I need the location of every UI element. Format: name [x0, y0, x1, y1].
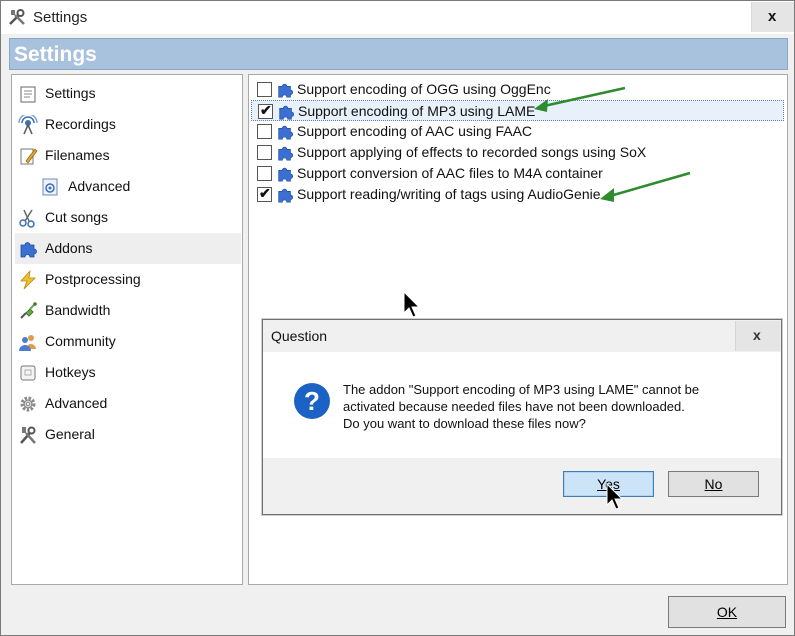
- addon-checkbox[interactable]: [257, 124, 272, 139]
- sidebar-item-label: Filenames: [45, 147, 110, 163]
- addon-label: Support encoding of MP3 using LAME: [298, 103, 536, 119]
- sidebar-item-general[interactable]: General: [15, 419, 241, 450]
- gear-icon: [20, 396, 36, 412]
- sidebar-item-cut-songs[interactable]: Cut songs: [15, 202, 241, 233]
- dialog-title-bar: Question x: [263, 320, 781, 352]
- sidebar-item-label: Bandwidth: [45, 302, 111, 318]
- recordings-icon: [18, 115, 38, 135]
- lightning-icon: [20, 270, 36, 290]
- sidebar-item-settings[interactable]: Settings: [15, 78, 241, 109]
- puzzle-icon: [279, 105, 294, 120]
- sidebar-item-advanced[interactable]: Advanced: [15, 388, 241, 419]
- scissors-icon: [19, 209, 35, 228]
- tools-icon: [20, 426, 36, 444]
- addon-checkbox[interactable]: ✔: [257, 185, 272, 202]
- dialog-title: Question: [271, 328, 328, 344]
- puzzle-icon: [278, 167, 293, 182]
- dialog-message-line: The addon "Support encoding of MP3 using…: [343, 382, 700, 397]
- annotation-arrow-mp3: [534, 86, 626, 112]
- sidebar-item-label: Recordings: [45, 116, 116, 132]
- sidebar-item-addons[interactable]: Addons: [15, 233, 241, 264]
- sidebar-item-label: Hotkeys: [45, 364, 96, 380]
- sidebar-item-recordings[interactable]: Recordings: [15, 109, 241, 140]
- sidebar-item-label: Postprocessing: [45, 271, 141, 287]
- addon-row-mp3[interactable]: ✔ Support encoding of MP3 using LAME: [251, 100, 784, 121]
- sidebar-item-bandwidth[interactable]: Bandwidth: [15, 295, 241, 326]
- dialog-message-line: activated because needed files have not …: [343, 399, 685, 414]
- hotkeys-icon: [20, 365, 36, 381]
- window-close-button[interactable]: x: [751, 2, 794, 32]
- addon-label: Support encoding of AAC using FAAC: [297, 123, 533, 139]
- puzzle-icon: [278, 83, 293, 98]
- sidebar-item-label: General: [45, 426, 95, 442]
- ok-button-label: OK: [716, 604, 738, 620]
- mouse-cursor-icon: [403, 291, 421, 318]
- puzzle-icon: [278, 146, 293, 161]
- sidebar-item-postprocessing[interactable]: Postprocessing: [15, 264, 241, 295]
- addon-label: Support reading/writing of tags using Au…: [297, 186, 601, 202]
- addon-row-m4a[interactable]: Support conversion of AAC files to M4A c…: [251, 163, 784, 184]
- addon-checkbox[interactable]: [257, 82, 272, 97]
- sidebar-item-hotkeys[interactable]: Hotkeys: [15, 357, 241, 388]
- bandwidth-icon: [20, 302, 37, 319]
- ok-button[interactable]: OK: [668, 596, 786, 628]
- page-title: Settings: [14, 43, 97, 66]
- puzzle-icon: [278, 125, 293, 140]
- community-icon: [19, 335, 36, 351]
- addon-checkbox[interactable]: [257, 166, 272, 181]
- question-dialog: Question x ? The addon "Support encoding…: [262, 319, 782, 515]
- question-icon: ?: [294, 383, 330, 419]
- addon-row-aac[interactable]: Support encoding of AAC using FAAC: [251, 121, 784, 142]
- settings-header: Settings: [9, 38, 788, 70]
- sidebar-item-label: Advanced: [68, 178, 131, 194]
- addon-checkbox[interactable]: [257, 145, 272, 160]
- sidebar-item-label: Advanced: [45, 395, 108, 411]
- dialog-message: The addon "Support encoding of MP3 using…: [343, 381, 763, 432]
- filenames-icon: [20, 148, 38, 165]
- addon-row-audiogenie[interactable]: ✔ Support reading/writing of tags using …: [251, 184, 784, 205]
- sidebar-item-community[interactable]: Community: [15, 326, 241, 357]
- sidebar-item-filenames[interactable]: Filenames: [15, 140, 241, 171]
- sidebar-item-advanced-filenames[interactable]: Advanced: [15, 171, 241, 202]
- addon-label: Support encoding of OGG using OggEnc: [297, 81, 551, 97]
- sidebar-item-label: Community: [45, 333, 116, 349]
- dialog-close-button[interactable]: x: [735, 321, 780, 351]
- no-button[interactable]: No: [668, 471, 759, 497]
- check-icon: ✔: [259, 185, 271, 201]
- title-bar: Settings x: [1, 1, 794, 34]
- window-title: Settings: [33, 9, 88, 26]
- puzzle-icon: [20, 242, 37, 258]
- check-icon: ✔: [260, 102, 272, 118]
- tools-icon: [9, 9, 25, 25]
- dialog-message-line: Do you want to download these files now?: [343, 416, 586, 431]
- settings-window: Settings x Settings Settings Recordings: [0, 0, 795, 636]
- close-icon: x: [768, 8, 777, 25]
- addon-checkbox[interactable]: ✔: [258, 102, 273, 119]
- annotation-arrow-audiogenie: [600, 171, 691, 202]
- sidebar-item-label: Addons: [45, 240, 93, 256]
- dialog-footer: Yes No: [263, 458, 781, 514]
- addon-label: Support conversion of AAC files to M4A c…: [297, 165, 603, 181]
- addon-row-ogg[interactable]: Support encoding of OGG using OggEnc: [251, 79, 784, 100]
- addon-label: Support applying of effects to recorded …: [297, 144, 647, 160]
- settings-icon: [20, 86, 36, 103]
- settings-sidebar: Settings Recordings Filenames Advanced C…: [11, 74, 243, 585]
- puzzle-icon: [278, 188, 293, 203]
- sidebar-item-label: Cut songs: [45, 209, 109, 225]
- advanced-filenames-icon: [42, 178, 58, 196]
- addon-row-sox[interactable]: Support applying of effects to recorded …: [251, 142, 784, 163]
- svg-text:?: ?: [304, 386, 320, 416]
- mouse-cursor-icon: [606, 483, 624, 510]
- close-icon: x: [753, 327, 761, 343]
- no-button-label: No: [704, 476, 723, 492]
- sidebar-item-label: Settings: [45, 85, 96, 101]
